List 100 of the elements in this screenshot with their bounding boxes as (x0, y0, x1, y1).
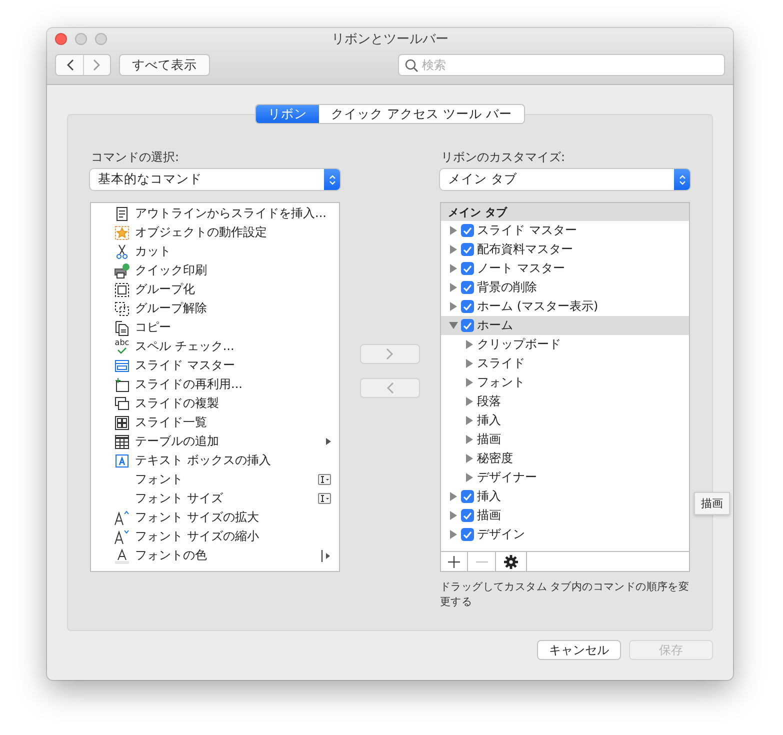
tooltip: 描画 (694, 492, 730, 515)
tab-select[interactable]: メイン タブ (440, 169, 690, 190)
back-icon (66, 59, 74, 71)
tree-row[interactable]: 描画 (441, 430, 689, 449)
text-box-icon (114, 452, 130, 468)
command-item[interactable]: フォント サイズの拡大 (135, 509, 331, 526)
command-select[interactable]: 基本的なコマンド (90, 169, 340, 190)
checkbox[interactable] (461, 281, 474, 294)
slide-add-icon (114, 376, 130, 392)
tree-row[interactable]: ノート マスター (441, 259, 689, 278)
back-icon (386, 382, 394, 394)
command-item[interactable]: カット (135, 243, 331, 260)
command-item[interactable]: フォント サイズ (135, 490, 314, 507)
disclosure-triangle-icon[interactable] (449, 264, 458, 273)
commands-label: コマンドの選択: (91, 149, 180, 165)
command-item[interactable]: フォント (135, 471, 314, 488)
checkbox[interactable] (461, 300, 474, 313)
command-item[interactable]: クイック印刷 (135, 262, 331, 279)
disclosure-triangle-icon[interactable] (449, 511, 458, 520)
tab[interactable]: リボン (256, 105, 320, 123)
command-item[interactable]: グループ解除 (135, 300, 331, 317)
minus-icon (476, 560, 488, 562)
disclosure-triangle-icon[interactable] (449, 321, 458, 330)
command-item[interactable]: スペル チェック... (135, 338, 331, 355)
disclosure-triangle-icon[interactable] (449, 302, 458, 311)
close-button[interactable] (55, 33, 67, 45)
stepper-icon (328, 174, 336, 186)
show-all-button[interactable]: すべて表示 (119, 54, 210, 76)
table-icon (114, 434, 130, 450)
tree-row[interactable]: 描画 (441, 506, 689, 525)
tree-row[interactable]: 挿入 (441, 487, 689, 506)
command-item[interactable]: オブジェクトの動作設定 (135, 224, 331, 241)
tree-row[interactable]: 挿入 (441, 411, 689, 430)
hint-text: ドラッグしてカスタム タブ内のコマンドの順序を変更する (440, 580, 690, 610)
tree-row[interactable]: フォント (441, 373, 689, 392)
disclosure-triangle-icon[interactable] (449, 492, 458, 501)
disclosure-triangle-icon[interactable] (449, 283, 458, 292)
disclosure-triangle-icon[interactable] (465, 416, 474, 425)
checkbox[interactable] (461, 262, 474, 275)
customize-label: リボンのカスタマイズ: (441, 149, 566, 165)
tree-row[interactable]: スライド マスター (441, 221, 689, 240)
disclosure-triangle-icon[interactable] (449, 245, 458, 254)
tree-row[interactable]: スライド (441, 354, 689, 373)
document-icon (114, 206, 130, 222)
command-item[interactable]: スライド一覧 (135, 414, 331, 431)
checkbox[interactable] (461, 243, 474, 256)
tree-row[interactable]: ホーム (マスター表示) (441, 297, 689, 316)
tree-row[interactable]: 配布資料マスター (441, 240, 689, 259)
tree-row[interactable]: 段落 (441, 392, 689, 411)
printer-icon (114, 262, 130, 278)
checkbox[interactable] (461, 490, 474, 503)
checkbox[interactable] (461, 528, 474, 541)
stepper-icon (678, 174, 686, 186)
grid-icon (114, 414, 130, 430)
command-item[interactable]: スライド マスター (135, 357, 331, 374)
command-item[interactable]: アウトラインからスライドを挿入... (135, 205, 331, 222)
cancel-button[interactable]: キャンセル (537, 640, 621, 660)
disclosure-triangle-icon[interactable] (465, 340, 474, 349)
disclosure-triangle-icon[interactable] (449, 226, 458, 235)
disclosure-triangle-icon[interactable] (465, 454, 474, 463)
command-item[interactable]: フォントの色 (135, 547, 317, 564)
slide-master-icon (114, 358, 130, 374)
forward-icon (386, 348, 394, 360)
command-item[interactable]: スライドの再利用... (135, 376, 331, 393)
settings-icon (504, 554, 518, 568)
text-field-icon (318, 474, 331, 485)
disclosure-triangle-icon[interactable] (465, 397, 474, 406)
tree-row[interactable]: 秘密度 (441, 449, 689, 468)
split-arrow-icon (321, 550, 331, 562)
window-title: リボンとツールバー (332, 31, 448, 48)
disclosure-triangle-icon[interactable] (449, 530, 458, 539)
search-field[interactable]: 検索 (398, 54, 725, 76)
tree-row[interactable]: デザイナー (441, 468, 689, 487)
command-item[interactable]: テーブルの追加 (135, 433, 322, 450)
search-icon (405, 58, 418, 72)
command-item[interactable]: スライドの複製 (135, 395, 331, 412)
disclosure-triangle-icon[interactable] (465, 359, 474, 368)
text-field-icon (318, 493, 331, 504)
copy-icon (114, 320, 130, 336)
command-item[interactable]: グループ化 (135, 281, 331, 298)
command-item[interactable]: コピー (135, 319, 331, 336)
tree-row[interactable]: 背景の削除 (441, 278, 689, 297)
checkbox[interactable] (461, 509, 474, 522)
duplicate-icon (114, 396, 130, 412)
font-grow-icon (114, 510, 130, 526)
tree-row[interactable]: デザイン (441, 525, 689, 544)
forward-icon (93, 59, 101, 71)
command-item[interactable]: テキスト ボックスの挿入 (135, 452, 331, 469)
checkbox[interactable] (461, 224, 474, 237)
disclosure-triangle-icon[interactable] (465, 435, 474, 444)
tree-header: メイン タブ (441, 203, 689, 221)
font-shrink-icon (114, 528, 130, 544)
checkbox[interactable] (461, 319, 474, 332)
disclosure-triangle-icon[interactable] (465, 473, 474, 482)
disclosure-triangle-icon[interactable] (465, 378, 474, 387)
tree-row[interactable]: クリップボード (441, 335, 689, 354)
ungroup-icon (114, 300, 130, 316)
command-item[interactable]: フォント サイズの縮小 (135, 528, 331, 545)
scissors-icon (114, 244, 130, 260)
tree-row[interactable]: ホーム (441, 316, 689, 335)
